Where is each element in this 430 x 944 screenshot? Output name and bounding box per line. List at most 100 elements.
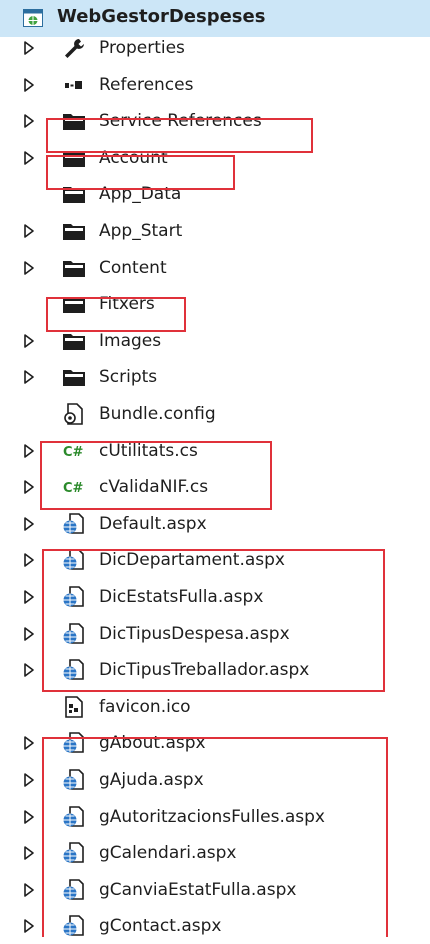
expand-arrow-icon[interactable] <box>23 260 35 276</box>
aspx-file-icon <box>62 512 86 535</box>
expand-arrow-icon[interactable] <box>23 589 35 605</box>
tree-item[interactable]: gAjuda.aspx <box>0 762 430 798</box>
tree-item-label: gContact.aspx <box>99 916 222 937</box>
folder-icon <box>62 293 86 315</box>
expand-arrow-icon[interactable] <box>23 77 35 93</box>
tree-item-label: cValidaNIF.cs <box>99 477 209 498</box>
tree-item-label: DicTipusDespesa.aspx <box>99 623 290 644</box>
folder-icon <box>62 183 86 205</box>
tree-item[interactable]: DicDepartament.aspx <box>0 542 430 578</box>
expand-arrow-icon[interactable] <box>23 772 35 788</box>
expand-arrow-icon[interactable] <box>23 516 35 532</box>
tree-item-label: Service References <box>99 111 262 132</box>
references-icon <box>62 74 86 96</box>
tree-item-label: Scripts <box>99 367 158 388</box>
tree-item-label: App_Data <box>99 184 182 205</box>
wrench-icon <box>62 37 86 59</box>
aspx-file-icon <box>62 659 86 681</box>
aspx-file-icon <box>62 915 86 937</box>
tree-item-label: gCalendari.aspx <box>99 843 237 864</box>
tree-item-label: DicDepartament.aspx <box>99 550 285 571</box>
folder-icon <box>62 257 86 279</box>
tree-item[interactable]: favicon.ico <box>0 689 430 725</box>
expand-arrow-icon[interactable] <box>23 809 35 825</box>
expand-arrow-icon[interactable] <box>23 333 35 349</box>
tree-item-label: Images <box>99 330 162 351</box>
expand-arrow-icon[interactable] <box>23 150 35 166</box>
tree-item[interactable]: Fitxers <box>0 286 430 322</box>
tree-item-label: DicEstatsFulla.aspx <box>99 587 264 607</box>
aspx-file-icon <box>62 878 86 901</box>
tree-item[interactable]: gAutoritzacionsFulles.aspx <box>0 799 430 835</box>
tree-item-label: favicon.ico <box>99 696 191 717</box>
expand-arrow-icon[interactable] <box>23 479 35 495</box>
expand-arrow-icon[interactable] <box>23 626 35 642</box>
tree-item-label: Bundle.config <box>99 404 216 424</box>
tree-item[interactable]: Account <box>0 140 430 176</box>
tree-item-label: Fitxers <box>99 294 155 315</box>
expand-arrow-icon[interactable] <box>23 882 35 898</box>
svg-text:C#: C# <box>63 481 84 496</box>
tree-item-label: Properties <box>99 38 185 58</box>
tree-item-label: gAjuda.aspx <box>99 770 204 790</box>
tree-item[interactable]: DicTipusDespesa.aspx <box>0 616 430 652</box>
tree-item[interactable]: C# cValidaNIF.cs <box>0 469 430 505</box>
tree-item-label: References <box>99 74 194 95</box>
tree-item[interactable]: Properties <box>0 30 430 66</box>
expand-arrow-icon[interactable] <box>23 369 35 385</box>
aspx-file-icon <box>62 732 86 754</box>
expand-arrow-icon[interactable] <box>23 918 35 934</box>
tree-item[interactable]: C# cUtilitats.cs <box>0 433 430 469</box>
tree-item[interactable]: Default.aspx <box>0 506 430 542</box>
tree-item-label: Content <box>99 257 167 278</box>
aspx-file-icon <box>62 622 86 645</box>
csharp-file-icon: C# <box>62 440 86 462</box>
expand-arrow-icon[interactable] <box>23 40 35 56</box>
tree-item[interactable]: gAbout.aspx <box>0 725 430 761</box>
folder-icon <box>62 110 86 132</box>
tree-item[interactable]: App_Start <box>0 213 430 249</box>
tree-item[interactable]: Service References <box>0 103 430 139</box>
aspx-file-icon <box>62 586 86 608</box>
tree-item[interactable]: gCanviaEstatFulla.aspx <box>0 872 430 908</box>
folder-icon <box>62 330 86 352</box>
expand-arrow-icon[interactable] <box>23 735 35 751</box>
tree-item[interactable]: DicTipusTreballador.aspx <box>0 652 430 688</box>
expand-arrow-icon[interactable] <box>23 845 35 861</box>
tree-item[interactable]: Bundle.config <box>0 396 430 432</box>
expand-arrow-icon[interactable] <box>23 223 35 239</box>
web-project-icon <box>23 9 43 27</box>
config-file-icon <box>62 403 86 425</box>
tree-item[interactable]: App_Data <box>0 176 430 212</box>
expand-arrow-icon[interactable] <box>23 443 35 459</box>
svg-text:C#: C# <box>63 445 84 460</box>
tree-item[interactable]: gContact.aspx <box>0 908 430 944</box>
folder-icon <box>62 147 86 169</box>
csharp-file-icon: C# <box>62 476 86 498</box>
tree-item[interactable]: gCalendari.aspx <box>0 835 430 871</box>
tree-item-label: gAutoritzacionsFulles.aspx <box>99 806 325 827</box>
aspx-file-icon <box>62 842 86 864</box>
aspx-file-icon <box>62 805 86 828</box>
tree-item-label: gAbout.aspx <box>99 733 206 754</box>
tree-item-label: cUtilitats.cs <box>99 440 198 461</box>
expand-arrow-icon[interactable] <box>23 552 35 568</box>
tree-item[interactable]: Content <box>0 250 430 286</box>
tree-item-label: gCanviaEstatFulla.aspx <box>99 879 297 900</box>
tree-item[interactable]: Scripts <box>0 359 430 395</box>
ico-file-icon <box>62 695 86 718</box>
project-name: WebGestorDespeses <box>57 6 266 27</box>
tree-item[interactable]: Images <box>0 323 430 359</box>
folder-icon <box>62 366 86 388</box>
tree-item-label: DicTipusTreballador.aspx <box>99 660 310 681</box>
tree-item-label: Default.aspx <box>99 513 207 534</box>
folder-icon <box>62 220 86 242</box>
tree-item[interactable]: References <box>0 67 430 103</box>
tree-item[interactable]: DicEstatsFulla.aspx <box>0 579 430 615</box>
aspx-file-icon <box>62 549 86 571</box>
expand-arrow-icon[interactable] <box>23 113 35 129</box>
tree-item-label: Account <box>99 147 168 168</box>
tree-item-label: App_Start <box>99 221 183 241</box>
expand-arrow-icon[interactable] <box>23 662 35 678</box>
aspx-file-icon <box>62 769 86 791</box>
